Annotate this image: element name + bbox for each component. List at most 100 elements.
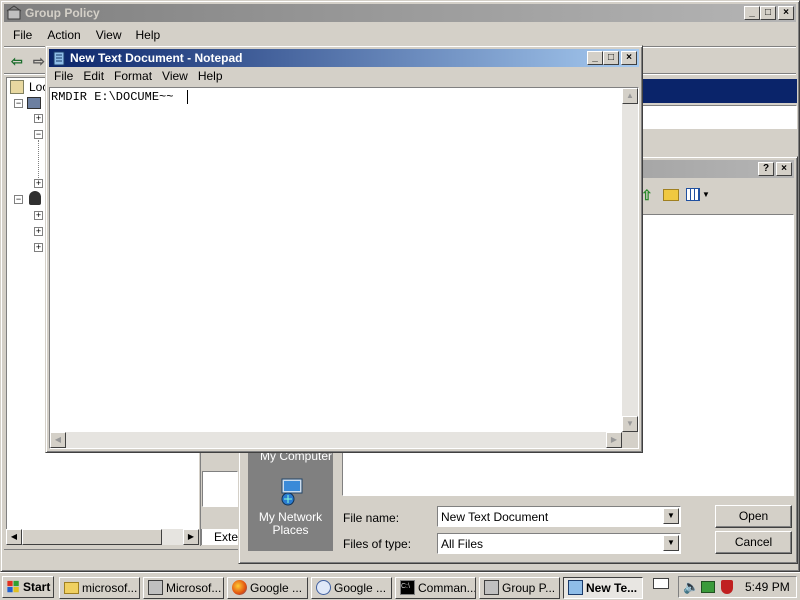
view-dropdown-icon[interactable]: ▼ xyxy=(702,190,710,199)
open-button[interactable]: Open xyxy=(715,505,792,528)
menu-file[interactable]: File xyxy=(6,26,39,45)
app-icon xyxy=(148,580,163,595)
tree-root-icon xyxy=(10,80,24,94)
clock[interactable]: 5:49 PM xyxy=(745,580,790,594)
minimize-button[interactable]: _ xyxy=(744,6,760,20)
files-of-type-value[interactable]: All Files xyxy=(441,537,483,551)
taskbar-item-0[interactable]: microsof... xyxy=(59,577,140,599)
new-folder-icon[interactable] xyxy=(663,189,679,201)
taskbar-item-3[interactable]: Google ... xyxy=(311,577,392,599)
tree-hscrollbar[interactable]: ◀ ▶ xyxy=(6,529,199,545)
user-config-icon xyxy=(29,191,41,205)
start-button[interactable]: Start xyxy=(2,576,54,598)
taskbar-item-label: Comman... xyxy=(418,581,476,595)
scroll-thumb[interactable] xyxy=(22,529,162,545)
minimize-button[interactable]: _ xyxy=(587,51,603,65)
scroll-down-button[interactable]: ▼ xyxy=(622,416,638,432)
file-name-label: File name: xyxy=(343,511,400,525)
notepad-icon xyxy=(568,580,583,595)
close-button[interactable]: × xyxy=(776,162,792,176)
chevron-down-icon[interactable]: ▼ xyxy=(663,535,679,551)
taskbar-item-1[interactable]: Microsof... xyxy=(143,577,224,599)
taskbar-item-6[interactable]: New Te... xyxy=(563,577,643,599)
files-of-type-label: Files of type: xyxy=(343,537,412,551)
menu-edit[interactable]: Edit xyxy=(78,67,109,86)
group-policy-titlebar[interactable]: Group Policy _ □ × xyxy=(4,4,796,22)
file-name-value[interactable]: New Text Document xyxy=(441,510,548,524)
collapse-icon[interactable]: − xyxy=(34,130,43,139)
taskbar-item-label: Group P... xyxy=(502,581,556,595)
menu-view[interactable]: View xyxy=(157,67,193,86)
group-policy-menubar: File Action View Help xyxy=(6,26,167,45)
notepad-hscrollbar[interactable]: ◀ ▶ xyxy=(50,432,622,448)
folder-icon xyxy=(64,582,79,594)
scroll-right-button[interactable]: ▶ xyxy=(183,529,199,545)
scroll-left-button[interactable]: ◀ xyxy=(50,432,66,448)
taskbar-item-5[interactable]: Group P... xyxy=(479,577,560,599)
expand-icon[interactable]: + xyxy=(34,211,43,220)
collapse-icon[interactable]: − xyxy=(14,195,23,204)
extended-tab[interactable]: Exter xyxy=(201,529,242,545)
computer-config-icon xyxy=(27,97,41,109)
places-bar: My Computer My Network Places xyxy=(248,439,333,551)
size-grip[interactable] xyxy=(622,432,638,448)
taskbar-item-2[interactable]: Google ... xyxy=(227,577,308,599)
menu-file[interactable]: File xyxy=(49,67,78,86)
files-of-type-combo[interactable]: All Files ▼ xyxy=(437,533,681,554)
tree-line xyxy=(38,140,39,178)
notepad-menubar: File Edit Format View Help xyxy=(49,67,228,86)
text-cursor xyxy=(187,90,188,104)
taskbar-item-4[interactable]: C:\ Comman... xyxy=(395,577,476,599)
volume-icon[interactable]: 🔈 xyxy=(683,579,699,595)
menu-format[interactable]: Format xyxy=(109,67,157,86)
view-menu-icon[interactable] xyxy=(686,188,700,201)
expand-icon[interactable]: + xyxy=(34,243,43,252)
policy-icon xyxy=(484,580,499,595)
maximize-button[interactable]: □ xyxy=(603,51,619,65)
group-policy-icon xyxy=(6,5,22,20)
close-button[interactable]: × xyxy=(778,6,794,20)
expand-icon[interactable]: + xyxy=(34,179,43,188)
taskbar-item-label: Google ... xyxy=(250,581,303,595)
menu-action[interactable]: Action xyxy=(39,26,88,45)
taskbar-item-label: microsof... xyxy=(82,581,138,595)
help-button[interactable]: ? xyxy=(758,162,774,176)
notepad-titlebar[interactable]: New Text Document - Notepad _ □ × xyxy=(49,49,639,67)
shield-icon[interactable] xyxy=(721,580,733,594)
taskbar-item-label: New Te... xyxy=(586,581,638,595)
scroll-right-button[interactable]: ▶ xyxy=(606,432,622,448)
close-button[interactable]: × xyxy=(621,51,637,65)
forward-icon[interactable]: ⇨ xyxy=(33,53,45,70)
my-network-places-label[interactable]: My Network Places xyxy=(253,511,328,537)
back-icon[interactable]: ⇦ xyxy=(11,53,23,70)
menu-view[interactable]: View xyxy=(89,26,129,45)
menu-help[interactable]: Help xyxy=(193,67,228,86)
console-icon: C:\ xyxy=(400,580,415,595)
expand-icon[interactable]: + xyxy=(34,227,43,236)
notepad-text[interactable]: RMDIR E:\DOCUME~~ xyxy=(51,90,173,104)
windows-logo-icon xyxy=(7,580,19,593)
collapse-icon[interactable]: − xyxy=(14,99,23,108)
gp-description-box xyxy=(641,105,797,129)
my-network-places-icon[interactable] xyxy=(276,475,308,507)
expand-icon[interactable]: + xyxy=(34,114,43,123)
group-policy-title: Group Policy xyxy=(25,6,100,20)
scroll-left-button[interactable]: ◀ xyxy=(6,529,22,545)
keyboard-icon[interactable] xyxy=(653,578,669,589)
scroll-up-button[interactable]: ▲ xyxy=(622,88,638,104)
cancel-button[interactable]: Cancel xyxy=(715,531,792,554)
notepad-vscrollbar[interactable]: ▲ ▼ xyxy=(622,88,638,432)
network-icon[interactable] xyxy=(701,581,715,593)
taskbar-item-label: Google ... xyxy=(334,581,387,595)
notepad-icon xyxy=(53,51,65,66)
file-name-combo[interactable]: New Text Document ▼ xyxy=(437,506,681,527)
start-label: Start xyxy=(23,580,51,594)
notepad-edit-area[interactable]: RMDIR E:\DOCUME~~ ▲ ▼ ◀ ▶ xyxy=(49,87,639,449)
firefox-icon xyxy=(232,580,247,595)
menu-help[interactable]: Help xyxy=(129,26,168,45)
maximize-button[interactable]: □ xyxy=(760,6,776,20)
search-icon xyxy=(316,580,331,595)
chevron-down-icon[interactable]: ▼ xyxy=(663,508,679,524)
quick-icon-tray[interactable] xyxy=(653,578,669,592)
gp-inner-white xyxy=(202,471,238,507)
